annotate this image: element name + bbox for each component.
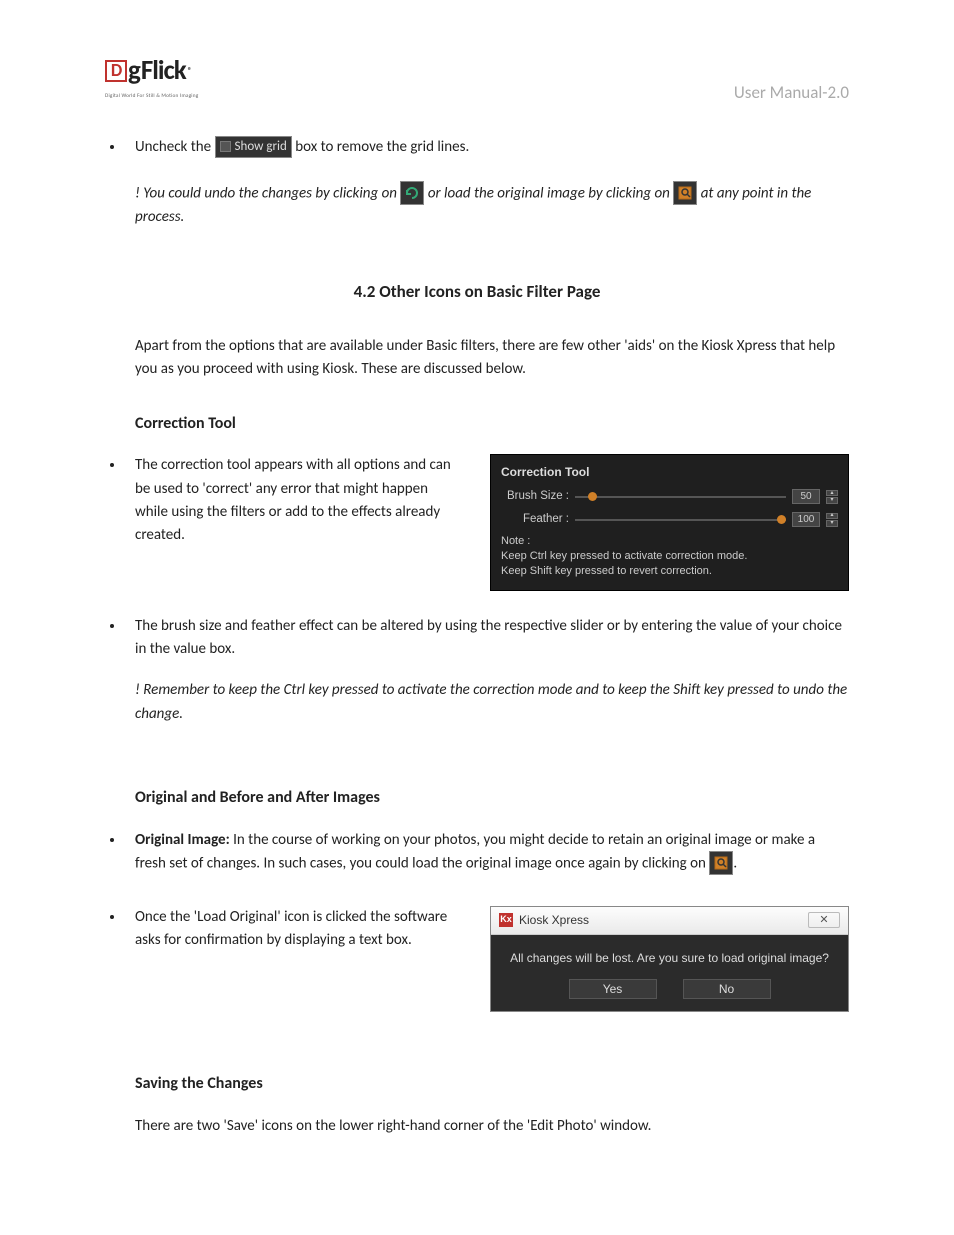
- list-item: Once the 'Load Original' icon is clicked…: [125, 906, 460, 953]
- undo-icon[interactable]: [400, 181, 424, 205]
- para-saving: There are two 'Save' icons on the lower …: [135, 1115, 849, 1138]
- page-header: DgFlick® Digital World For Still & Motio…: [105, 50, 849, 106]
- yes-button[interactable]: Yes: [569, 979, 657, 999]
- original-image-label: Original Image:: [135, 831, 230, 849]
- text: The brush size and feather effect can be…: [135, 617, 842, 658]
- text: Once the 'Load Original' icon is clicked…: [135, 908, 447, 949]
- correction-tool-panel: Correction Tool Brush Size : 50 ▴▾ Feath…: [490, 454, 849, 590]
- panel-title: Correction Tool: [501, 463, 838, 482]
- step-down-icon: ▾: [826, 497, 838, 504]
- note-line-2: Keep Shift key pressed to revert correct…: [501, 564, 838, 579]
- registered-mark: ®: [188, 65, 191, 77]
- show-grid-checkbox-chip[interactable]: Show grid: [215, 136, 292, 158]
- slider-thumb-icon: [777, 515, 786, 524]
- load-original-icon[interactable]: [709, 851, 733, 875]
- list-item: The brush size and feather effect can be…: [125, 615, 849, 662]
- subheading-correction-tool: Correction Tool: [135, 412, 849, 437]
- text: ! You could undo the changes by clicking…: [135, 184, 397, 202]
- subheading-original-before-after: Original and Before and After Images: [135, 786, 849, 811]
- step-down-icon: ▾: [826, 520, 838, 527]
- brush-size-stepper[interactable]: ▴▾: [826, 490, 838, 504]
- app-icon: Kx: [499, 913, 513, 927]
- text: Uncheck the: [135, 138, 215, 156]
- note-label: Note :: [501, 534, 838, 549]
- bullet-list-oi: Original Image: In the course of working…: [105, 829, 849, 876]
- chip-label: Show grid: [235, 137, 287, 157]
- dialog-title: Kiosk Xpress: [519, 911, 589, 930]
- note-line-1: Keep Ctrl key pressed to activate correc…: [501, 549, 838, 564]
- text: box to remove the grid lines.: [295, 138, 469, 156]
- list-item: Uncheck the Show grid box to remove the …: [125, 136, 849, 159]
- bullet-list-1: Uncheck the Show grid box to remove the …: [105, 136, 849, 159]
- slider-thumb-icon: [588, 492, 597, 501]
- logo-mark: D: [105, 60, 127, 82]
- logo: DgFlick® Digital World For Still & Motio…: [105, 50, 210, 100]
- feather-stepper[interactable]: ▴▾: [826, 513, 838, 527]
- brush-size-value[interactable]: 50: [792, 489, 820, 504]
- subheading-saving: Saving the Changes: [135, 1072, 849, 1097]
- bullet-list-ct1: The correction tool appears with all opt…: [105, 454, 460, 547]
- note-ctrl-shift: ! Remember to keep the Ctrl key pressed …: [135, 679, 849, 726]
- confirm-dialog: Kx Kiosk Xpress ✕ All changes will be lo…: [490, 906, 849, 1012]
- text: .: [733, 855, 737, 873]
- checkbox-icon: [220, 141, 231, 152]
- text: or load the original image by clicking o…: [428, 184, 673, 202]
- load-original-icon[interactable]: [673, 181, 697, 205]
- close-button[interactable]: ✕: [808, 912, 840, 928]
- section-heading-4-2: 4.2 Other Icons on Basic Filter Page: [105, 279, 849, 305]
- para-4-2-intro: Apart from the options that are availabl…: [135, 335, 849, 382]
- logo-text-1: g: [128, 50, 140, 92]
- bullet-list-lo: Once the 'Load Original' icon is clicked…: [105, 906, 460, 953]
- no-button[interactable]: No: [683, 979, 771, 999]
- dialog-titlebar: Kx Kiosk Xpress ✕: [491, 907, 848, 935]
- list-item: The correction tool appears with all opt…: [125, 454, 460, 547]
- logo-text-2: Flick: [141, 50, 186, 92]
- text: The correction tool appears with all opt…: [135, 456, 451, 544]
- feather-value[interactable]: 100: [792, 512, 820, 527]
- note-undo-load: ! You could undo the changes by clicking…: [135, 182, 849, 229]
- dialog-message: All changes will be lost. Are you sure t…: [507, 949, 832, 968]
- bullet-list-ct2: The brush size and feather effect can be…: [105, 615, 849, 662]
- doc-title: User Manual-2.0: [734, 80, 849, 106]
- brush-size-slider[interactable]: [575, 491, 786, 503]
- logo-tagline: Digital World For Still & Motion Imaging: [105, 92, 210, 100]
- feather-slider[interactable]: [575, 514, 786, 526]
- brush-size-label: Brush Size :: [501, 488, 569, 506]
- list-item: Original Image: In the course of working…: [125, 829, 849, 876]
- feather-label: Feather :: [501, 511, 569, 529]
